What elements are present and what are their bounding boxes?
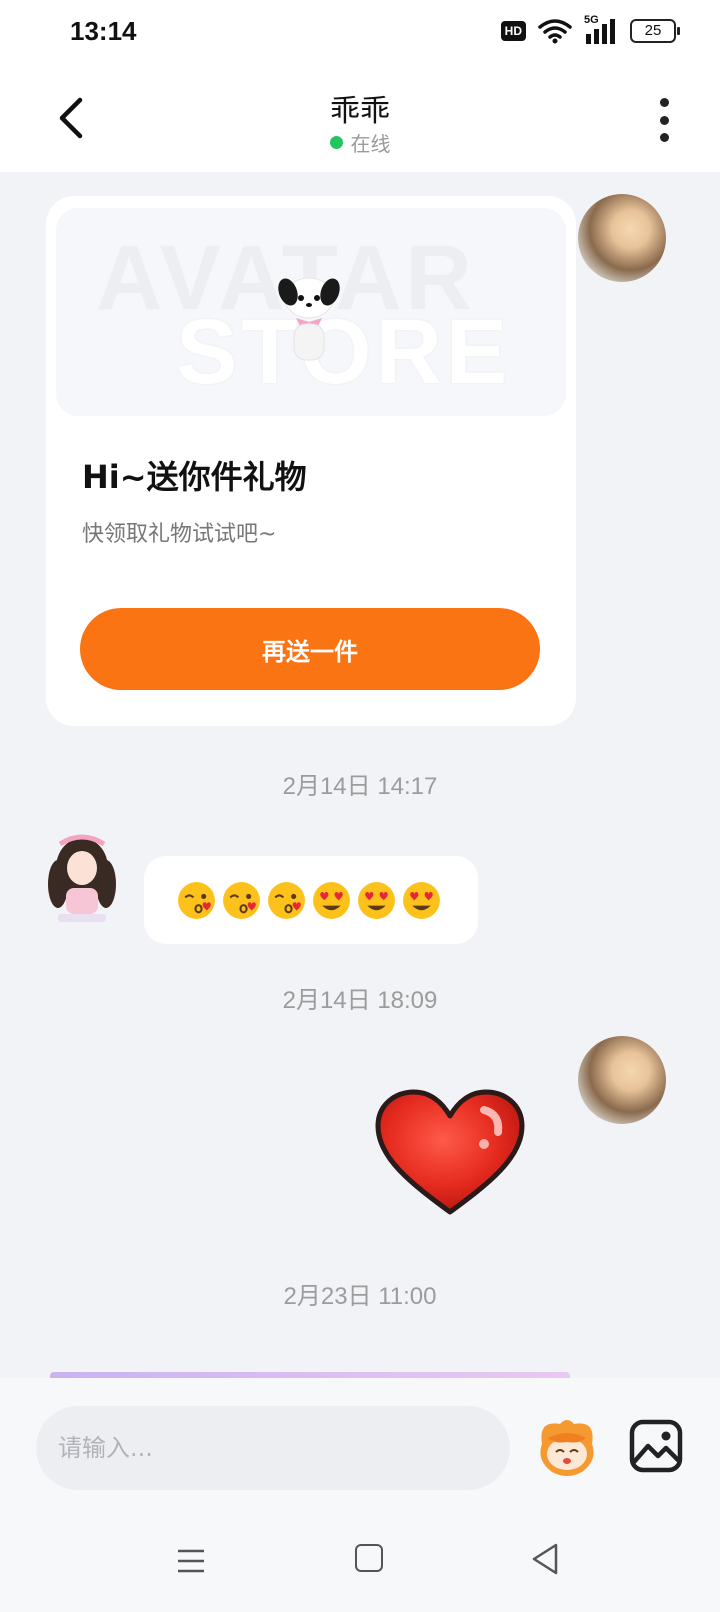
- gift-card[interactable]: AVATAR STORE Hi~送你件礼物 快领取礼物试试吧~ 再送一件: [46, 196, 576, 726]
- message-input[interactable]: [36, 1406, 510, 1490]
- kissing-wink-emoji-icon: [178, 881, 215, 919]
- contact-avatar-image: [48, 834, 116, 922]
- my-avatar[interactable]: [578, 1036, 666, 1124]
- kissing-wink-emoji-icon: [223, 881, 260, 919]
- system-nav-bar: [0, 1518, 720, 1612]
- more-vertical-icon: [659, 98, 669, 107]
- chat-message-list[interactable]: AVATAR STORE Hi~送你件礼物 快领取礼物试试吧~ 再送一件 2月1…: [0, 172, 720, 1378]
- wifi-icon: [538, 19, 572, 44]
- gift-title: Hi~送你件礼物: [82, 458, 307, 496]
- gift-subtitle: 快领取礼物试试吧~: [82, 522, 277, 547]
- message-timestamp: 2月14日 18:09: [282, 987, 438, 1014]
- send-another-gift-button[interactable]: 再送一件: [80, 608, 540, 690]
- online-status: 在线: [0, 128, 720, 157]
- online-dot-icon: [329, 136, 343, 149]
- my-avatar[interactable]: [578, 194, 666, 282]
- heart-eyes-emoji-icon: [403, 881, 440, 919]
- heart-eyes-emoji-icon: [313, 881, 350, 919]
- more-options-button[interactable]: [654, 98, 674, 142]
- red-heart-sticker[interactable]: [372, 1088, 528, 1220]
- image-icon[interactable]: [628, 1418, 684, 1474]
- status-icons: HD 5G 25: [500, 14, 680, 44]
- hd-badge: HD: [500, 21, 526, 41]
- incoming-emoji-message[interactable]: [144, 856, 478, 944]
- kissing-wink-emoji-icon: [268, 881, 305, 919]
- battery-indicator: 25: [630, 19, 680, 43]
- gift-banner: AVATAR STORE: [56, 208, 566, 416]
- system-back-button[interactable]: [530, 1542, 560, 1576]
- home-button[interactable]: [355, 1544, 383, 1572]
- chat-header: 乖乖 在线: [0, 64, 720, 172]
- contact-avatar[interactable]: [44, 828, 120, 924]
- heart-eyes-emoji-icon: [358, 881, 395, 919]
- recent-apps-button[interactable]: [176, 1546, 206, 1576]
- input-bar: [0, 1378, 720, 1612]
- gift-puppy-icon: [278, 277, 340, 361]
- mascot-icon[interactable]: [532, 1414, 602, 1484]
- message-timestamp: 2月14日 14:17: [282, 773, 438, 800]
- status-bar: 13:14 HD 5G 25: [0, 0, 720, 64]
- online-status-label: 在线: [350, 132, 391, 156]
- signal-icon: 5G: [584, 14, 618, 44]
- status-time: 13:14: [70, 16, 137, 46]
- contact-name: 乖乖: [330, 94, 390, 129]
- message-timestamp: 2月23日 11:00: [283, 1283, 437, 1310]
